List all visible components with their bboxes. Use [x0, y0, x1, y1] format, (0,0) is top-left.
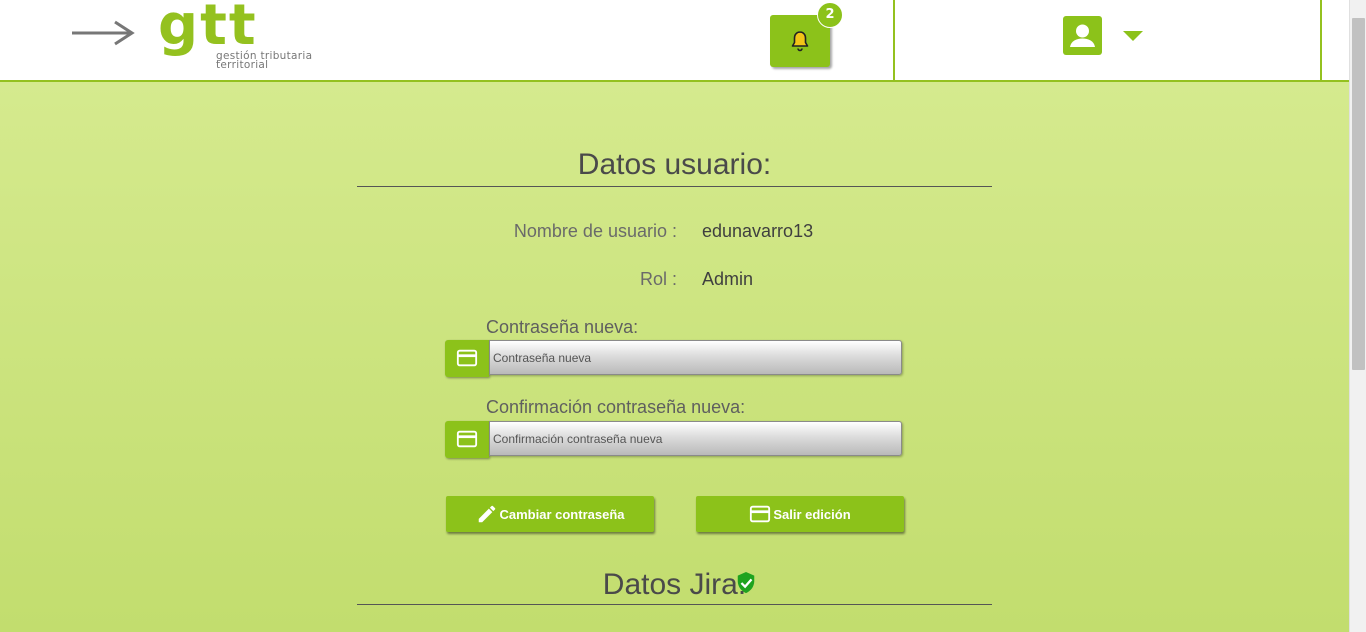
credit-card-icon	[445, 421, 489, 458]
main-content: Datos usuario: Nombre de usuario : eduna…	[0, 82, 1349, 632]
account-box-icon[interactable]	[1063, 16, 1102, 55]
change-password-button[interactable]: Cambiar contraseña	[446, 496, 654, 532]
top-header: gtt gestión tributaria territorial 2	[0, 0, 1349, 82]
credit-card-glyph	[456, 430, 478, 448]
credit-card-glyph	[456, 349, 478, 367]
pencil-icon	[478, 505, 495, 523]
confirm-password-group	[445, 421, 904, 458]
role-value: Admin	[702, 269, 754, 289]
jira-section-divider	[357, 604, 992, 605]
logo-subtitle-line2: territorial	[216, 59, 269, 71]
header-divider-right	[1320, 0, 1322, 80]
bell-icon	[791, 31, 809, 52]
credit-card-icon	[445, 340, 489, 377]
notification-count-badge: 2	[817, 2, 843, 28]
account-glyph	[1070, 24, 1095, 47]
new-password-input[interactable]	[489, 340, 902, 375]
credit-card-icon	[750, 505, 771, 523]
gtt-logo[interactable]: gtt gestión tributaria territorial	[70, 0, 360, 74]
jira-section-title: Datos Jira:	[357, 568, 992, 602]
arrow-right-icon	[72, 20, 135, 46]
scrollbar-thumb[interactable]	[1352, 18, 1365, 370]
logo-text: gtt	[158, 0, 258, 58]
exit-edit-button[interactable]: Salir edición	[696, 496, 904, 532]
jira-title-text: Datos Jira:	[602, 568, 747, 601]
section-divider	[357, 186, 992, 187]
shield-check-icon	[737, 572, 755, 594]
username-label: Nombre de usuario :	[513, 221, 677, 241]
confirm-password-label: Confirmación contraseña nueva:	[486, 397, 746, 417]
exit-edit-label: Salir edición	[773, 506, 851, 522]
role-label: Rol :	[639, 269, 677, 289]
confirm-password-input[interactable]	[489, 421, 902, 456]
vertical-scrollbar[interactable]	[1349, 0, 1366, 632]
caret-down-icon[interactable]	[1123, 31, 1143, 41]
user-section-title: Datos usuario:	[577, 148, 772, 181]
change-password-label: Cambiar contraseña	[499, 506, 625, 522]
logo-subtitle: gestión tributaria territorial	[216, 51, 356, 71]
username-value: edunavarro13	[702, 221, 814, 241]
new-password-group	[445, 340, 904, 377]
new-password-label: Contraseña nueva:	[486, 317, 639, 337]
header-divider	[893, 0, 895, 80]
